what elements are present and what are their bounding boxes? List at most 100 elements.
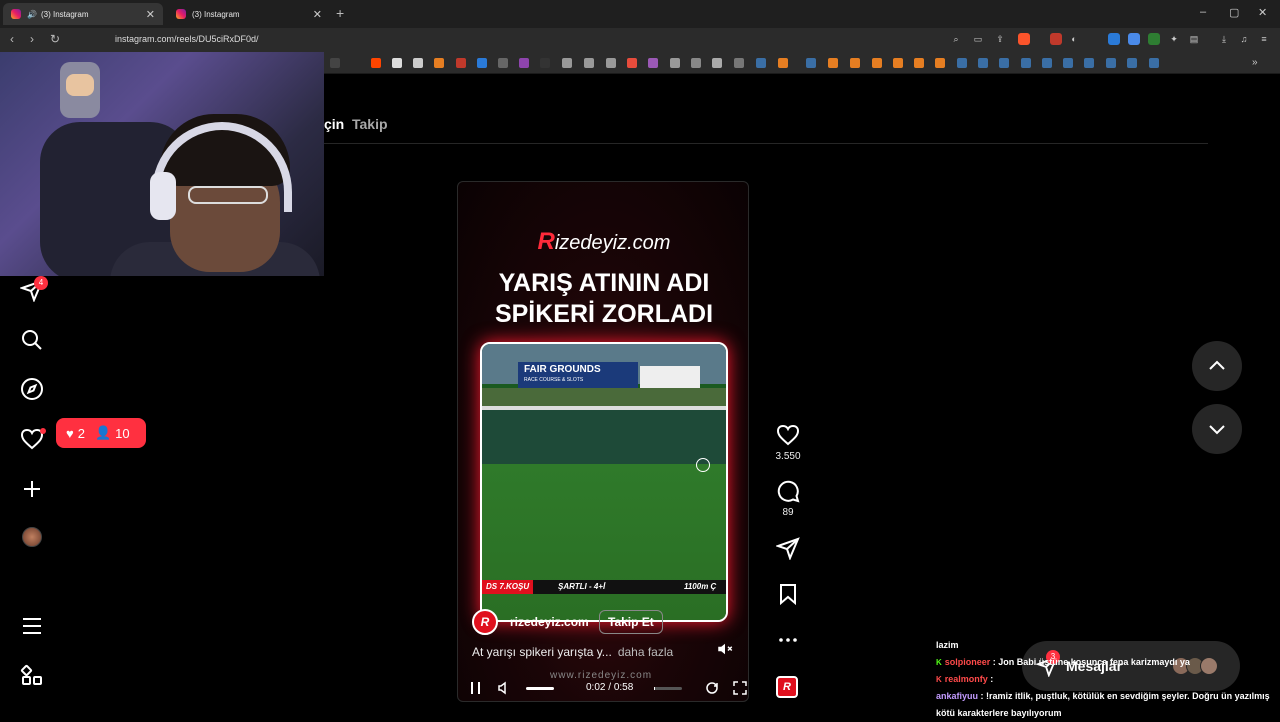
more-menu-icon[interactable] — [20, 614, 44, 638]
minimize-button[interactable]: – — [1200, 6, 1206, 18]
bookmark-steam-icon[interactable] — [806, 58, 816, 68]
extension-icon[interactable]: ◐ — [1068, 33, 1080, 45]
bookmark-icon[interactable] — [914, 58, 924, 68]
bookmark-steam-icon[interactable] — [999, 58, 1009, 68]
author-name[interactable]: rizedeyiz.com — [510, 615, 589, 629]
restore-button[interactable]: ▢ — [1229, 6, 1239, 19]
fullscreen-icon[interactable] — [732, 680, 748, 696]
reel-author[interactable]: R rizedeyiz.com — [472, 609, 589, 635]
like-heart-icon[interactable] — [776, 423, 800, 447]
bookmark-icon[interactable] — [477, 58, 487, 68]
bookmark-steam-icon[interactable] — [978, 58, 988, 68]
bookmark-steam-icon[interactable] — [756, 58, 766, 68]
bookmark-steam-icon[interactable] — [1106, 58, 1116, 68]
extension-icon[interactable] — [1108, 33, 1120, 45]
bookmarks-overflow-icon[interactable]: » — [1252, 58, 1262, 68]
bookmark-steam-icon[interactable] — [1127, 58, 1137, 68]
bookmark-icon[interactable] — [828, 58, 838, 68]
mute-icon[interactable] — [716, 640, 734, 658]
extension-icon[interactable] — [1050, 33, 1062, 45]
bookmark-icon[interactable] — [456, 58, 466, 68]
save-bookmark-icon[interactable] — [776, 582, 800, 606]
bookmark-icon[interactable] — [648, 58, 658, 68]
bookmark-x-icon[interactable] — [330, 58, 340, 68]
volume-icon[interactable] — [496, 680, 512, 696]
bookmark-icon[interactable] — [778, 58, 788, 68]
bookmark-icon[interactable] — [562, 58, 572, 68]
extensions-puzzle-icon[interactable]: ✦ — [1168, 33, 1180, 45]
chat-username: solpioneer — [944, 657, 991, 667]
previous-reel-button[interactable] — [1192, 341, 1242, 391]
cast-icon[interactable]: ▭ — [972, 33, 984, 45]
explore-compass-icon[interactable] — [20, 377, 44, 401]
forward-icon[interactable]: › — [30, 32, 34, 46]
bookmark-steam-icon[interactable] — [1063, 58, 1073, 68]
bookmark-steam-icon[interactable] — [1042, 58, 1052, 68]
download-icon[interactable]: ⤓ — [1218, 33, 1230, 45]
bookmark-folder-icon[interactable] — [734, 58, 744, 68]
bookmark-icon[interactable] — [392, 58, 402, 68]
bookmark-steam-icon[interactable] — [1084, 58, 1094, 68]
notifications-pill[interactable]: ♥ 2 👤 10 — [56, 418, 146, 448]
bookmark-icon[interactable] — [627, 58, 637, 68]
menu-icon[interactable]: ≡ — [1258, 33, 1270, 45]
window-close-button[interactable]: ✕ — [1258, 6, 1267, 19]
tab-close-icon[interactable]: ✕ — [146, 8, 155, 21]
url-field[interactable]: instagram.com/reels/DU5ciRxDF0d/ — [115, 34, 259, 44]
bookmark-icon[interactable] — [893, 58, 903, 68]
bookmark-icon[interactable] — [712, 58, 722, 68]
reel-video[interactable]: Rizedeyiz.com YARIŞ ATININ ADI SPİKERİ Z… — [457, 181, 749, 702]
share-send-icon[interactable] — [774, 536, 800, 561]
bookmark-icon[interactable] — [519, 58, 529, 68]
tab-instagram-active[interactable]: 🔊 (3) Instagram ✕ — [3, 3, 163, 25]
tab-close-icon[interactable]: ✕ — [313, 8, 322, 21]
also-from-meta-icon[interactable] — [20, 664, 44, 688]
search-icon[interactable] — [20, 328, 44, 352]
reload-icon[interactable]: ↻ — [50, 32, 60, 46]
bookmark-icon[interactable] — [850, 58, 860, 68]
bookmark-icon[interactable] — [691, 58, 701, 68]
media-icon[interactable]: ♫ — [1238, 33, 1250, 45]
author-avatar[interactable]: R — [472, 609, 498, 635]
bookmark-steam-icon[interactable] — [957, 58, 967, 68]
follow-button[interactable]: Takip Et — [599, 610, 663, 634]
zoom-icon[interactable]: ⌕ — [950, 33, 962, 45]
more-link[interactable]: daha fazla — [618, 645, 673, 659]
share-icon[interactable]: ⇪ — [994, 33, 1006, 45]
tab-instagram[interactable]: (3) Instagram ✕ — [168, 3, 330, 25]
brave-shield-icon[interactable] — [1018, 33, 1030, 45]
loop-icon[interactable] — [704, 680, 720, 696]
bookmark-steam-icon[interactable] — [1149, 58, 1159, 68]
pause-icon[interactable] — [468, 680, 484, 696]
reel-caption[interactable]: At yarışı spikeri yarışta y... daha fazla — [472, 645, 673, 659]
bookmark-steam-icon[interactable] — [1021, 58, 1031, 68]
more-options-icon[interactable] — [776, 628, 800, 652]
sidebar-toggle-icon[interactable]: ▤ — [1188, 33, 1200, 45]
audio-source-avatar[interactable]: R — [776, 676, 798, 698]
bookmark-icon[interactable] — [498, 58, 508, 68]
volume-slider[interactable] — [526, 687, 554, 690]
chat-message: Krealmonfy : — [936, 674, 994, 684]
bookmark-icon[interactable] — [540, 58, 550, 68]
tab-for-you[interactable]: çin — [324, 116, 344, 132]
bookmark-icon[interactable] — [434, 58, 444, 68]
extension-icon[interactable] — [1148, 33, 1160, 45]
extension-icon[interactable] — [1128, 33, 1140, 45]
bookmark-icon[interactable] — [584, 58, 594, 68]
bookmark-icon[interactable] — [606, 58, 616, 68]
progress-bar[interactable] — [654, 687, 682, 690]
bookmark-icon[interactable] — [413, 58, 423, 68]
new-tab-button[interactable]: + — [336, 5, 344, 21]
speaker-icon[interactable]: 🔊 — [27, 10, 37, 19]
reel-headline: YARIŞ ATININ ADI SPİKERİ ZORLADI — [494, 269, 714, 328]
create-plus-icon[interactable] — [20, 477, 44, 501]
profile-avatar[interactable] — [22, 527, 42, 547]
bookmark-reddit-icon[interactable] — [371, 58, 381, 68]
back-icon[interactable]: ‹ — [10, 32, 14, 46]
bookmark-icon[interactable] — [670, 58, 680, 68]
bookmark-icon[interactable] — [935, 58, 945, 68]
bookmark-icon[interactable] — [872, 58, 882, 68]
next-reel-button[interactable] — [1192, 404, 1242, 454]
tab-following[interactable]: Takip — [352, 116, 388, 132]
comment-icon[interactable] — [776, 479, 800, 503]
